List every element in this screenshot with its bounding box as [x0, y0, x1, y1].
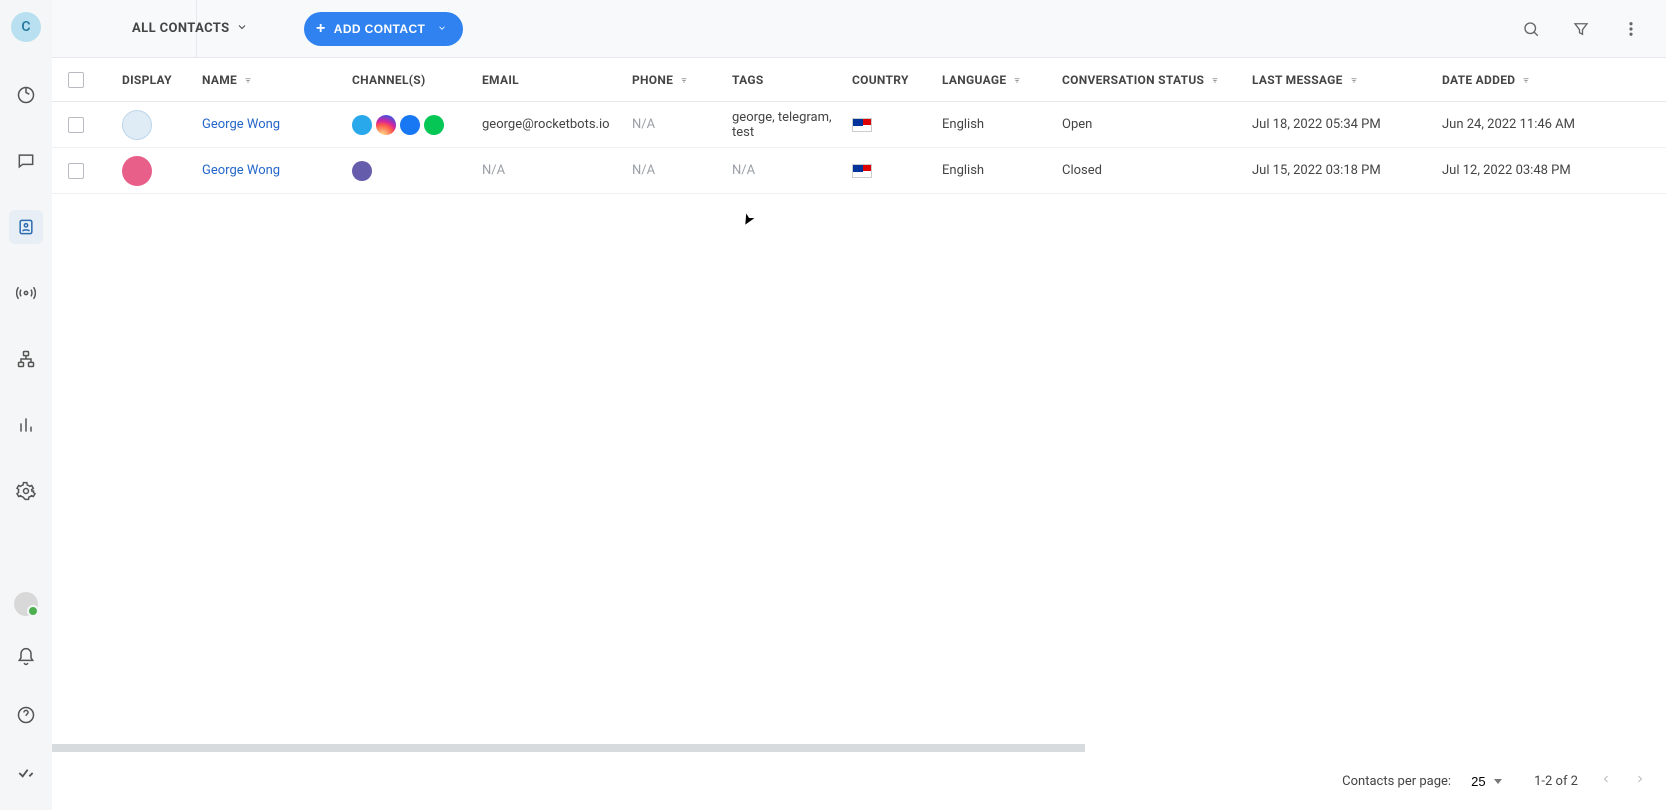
nav-dashboard[interactable] — [9, 78, 43, 112]
cell-date-added: Jun 24, 2022 11:46 AM — [1442, 117, 1632, 132]
cell-language: English — [942, 117, 1062, 132]
prev-page-button[interactable] — [1600, 773, 1612, 789]
add-contact-label: ADD CONTACT — [334, 22, 426, 36]
col-conv-status[interactable]: CONVERSATION STATUS — [1062, 73, 1252, 87]
tg-icon — [352, 115, 372, 135]
topbar: ALL CONTACTS + ADD CONTACT — [52, 0, 1666, 58]
col-country[interactable]: COUNTRY — [852, 73, 942, 87]
sort-icon — [679, 75, 689, 85]
nav-inbox[interactable] — [9, 144, 43, 178]
left-sidebar: C — [0, 0, 52, 810]
sort-icon — [1349, 75, 1359, 85]
select-all-checkbox[interactable] — [68, 72, 84, 88]
nav-notifications[interactable] — [9, 640, 43, 674]
cell-phone: N/A — [632, 117, 732, 132]
sort-icon — [1210, 75, 1220, 85]
cell-status: Closed — [1062, 163, 1252, 178]
cell-tags: N/A — [732, 163, 852, 178]
ln-icon — [424, 115, 444, 135]
channel-icons — [352, 115, 482, 135]
contacts-table: DISPLAY NAME CHANNEL(S) EMAIL PHONE TAGS… — [52, 58, 1666, 752]
cell-email: N/A — [482, 163, 632, 178]
col-tags[interactable]: TAGS — [732, 73, 852, 87]
row-checkbox[interactable] — [68, 117, 84, 133]
cell-last-message: Jul 15, 2022 03:18 PM — [1252, 163, 1442, 178]
nav-workflows[interactable] — [9, 342, 43, 376]
contact-avatar — [122, 156, 152, 186]
chevron-down-icon — [437, 22, 447, 36]
table-row[interactable]: George WongN/AN/AN/AEnglishClosedJul 15,… — [52, 148, 1666, 194]
col-email[interactable]: EMAIL — [482, 73, 632, 87]
flag-icon — [852, 164, 872, 178]
col-language[interactable]: LANGUAGE — [942, 73, 1062, 87]
row-checkbox[interactable] — [68, 163, 84, 179]
page-range: 1-2 of 2 — [1534, 774, 1578, 789]
cell-tags: george, telegram, test — [732, 110, 852, 140]
search-button[interactable] — [1520, 18, 1542, 40]
nav-broadcast[interactable] — [9, 276, 43, 310]
cell-phone: N/A — [632, 163, 732, 178]
add-contact-button[interactable]: + ADD CONTACT — [304, 12, 463, 46]
filter-button[interactable] — [1570, 18, 1592, 40]
col-last-message[interactable]: LAST MESSAGE — [1252, 73, 1442, 87]
contact-name-link[interactable]: George Wong — [202, 163, 352, 178]
current-user-avatar[interactable] — [14, 592, 38, 616]
nav-help[interactable] — [9, 698, 43, 732]
table-row[interactable]: George Wong george@rocketbots.ioN/Ageorge… — [52, 102, 1666, 148]
vb-icon — [352, 161, 372, 181]
contact-name-link[interactable]: George Wong — [202, 117, 352, 132]
segment-label: ALL CONTACTS — [132, 21, 230, 36]
nav-reports[interactable] — [9, 408, 43, 442]
sort-icon — [1521, 75, 1531, 85]
nav-checklist[interactable] — [9, 756, 43, 790]
cell-status: Open — [1062, 117, 1252, 132]
sort-icon — [1012, 75, 1022, 85]
pagination-footer: Contacts per page: 25 1-2 of 2 — [52, 752, 1666, 810]
nav-settings[interactable] — [9, 474, 43, 508]
per-page-select[interactable]: 25 — [1467, 770, 1506, 793]
table-header-row: DISPLAY NAME CHANNEL(S) EMAIL PHONE TAGS… — [52, 58, 1666, 102]
more-menu-button[interactable] — [1620, 18, 1642, 40]
cell-last-message: Jul 18, 2022 05:34 PM — [1252, 117, 1442, 132]
horizontal-scrollbar[interactable] — [52, 744, 1666, 752]
col-channels[interactable]: CHANNEL(S) — [352, 73, 482, 87]
col-display[interactable]: DISPLAY — [122, 73, 202, 87]
fb-icon — [400, 115, 420, 135]
next-page-button[interactable] — [1634, 773, 1646, 789]
contact-avatar — [122, 110, 152, 140]
cell-email: george@rocketbots.io — [482, 117, 632, 132]
channel-icons — [352, 161, 482, 181]
cell-language: English — [942, 163, 1062, 178]
chevron-down-icon — [236, 21, 248, 37]
col-date-added[interactable]: DATE ADDED — [1442, 73, 1632, 87]
segment-dropdown[interactable]: ALL CONTACTS — [132, 21, 248, 37]
cell-date-added: Jul 12, 2022 03:48 PM — [1442, 163, 1632, 178]
per-page-label: Contacts per page: — [1342, 774, 1451, 789]
nav-contacts[interactable] — [9, 210, 43, 244]
workspace-avatar[interactable]: C — [11, 12, 41, 42]
col-name[interactable]: NAME — [202, 73, 352, 87]
sort-icon — [243, 75, 253, 85]
ig-icon — [376, 115, 396, 135]
flag-icon — [852, 118, 872, 132]
col-phone[interactable]: PHONE — [632, 73, 732, 87]
